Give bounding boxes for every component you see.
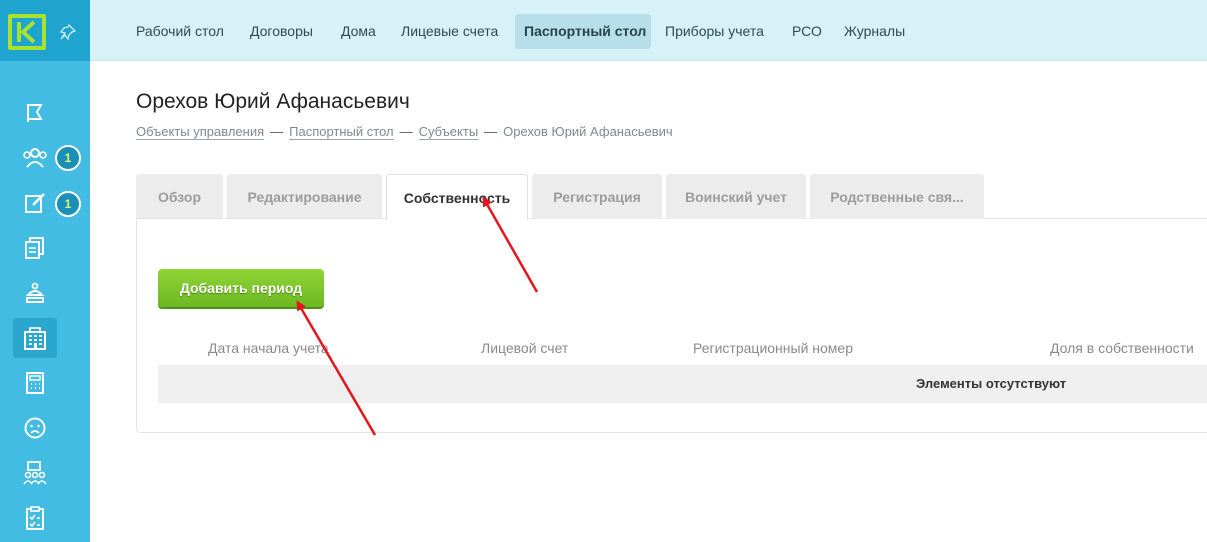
flag-icon[interactable] <box>13 93 57 133</box>
lamp-icon[interactable] <box>13 273 57 313</box>
column-header-reg-number[interactable]: Регистрационный номер <box>693 340 853 356</box>
breadcrumb-separator: — <box>484 124 498 139</box>
page-title: Орехов Юрий Афанасьевич <box>136 90 410 113</box>
sad-face-icon[interactable] <box>13 408 57 448</box>
edit-icon[interactable] <box>13 183 57 223</box>
column-header-share[interactable]: Доля в собственности <box>1050 340 1194 356</box>
nav-item-contracts[interactable]: Договоры <box>241 14 322 49</box>
nav-item-passport-office[interactable]: Паспортный стол <box>515 14 651 49</box>
group-chat-icon[interactable] <box>13 453 57 493</box>
breadcrumb-link-subjects[interactable]: Субъекты <box>418 124 479 140</box>
breadcrumb-current: Орехов Юрий Афанасьевич <box>503 124 673 139</box>
tab-ownership[interactable]: Собственность <box>386 174 528 220</box>
tab-relatives[interactable]: Родственные свя... <box>810 174 984 219</box>
calculator-icon[interactable] <box>13 363 57 403</box>
tab-overview[interactable]: Обзор <box>136 174 223 219</box>
notification-badge: 1 <box>55 145 81 171</box>
breadcrumb-separator: — <box>399 124 413 139</box>
building-icon[interactable] <box>13 318 57 358</box>
breadcrumb-link-objects[interactable]: Объекты управления <box>136 124 265 140</box>
clipboard-check-icon[interactable] <box>13 498 57 538</box>
users-icon[interactable] <box>13 138 57 178</box>
empty-message: Элементы отсутствуют <box>916 376 1067 391</box>
tab-registration[interactable]: Регистрация <box>532 174 662 219</box>
nav-item-dashboard[interactable]: Рабочий стол <box>127 14 233 49</box>
breadcrumb-separator: — <box>270 124 284 139</box>
logo-area <box>0 0 90 61</box>
notification-badge: 1 <box>55 191 81 217</box>
nav-item-journals[interactable]: Журналы <box>835 14 914 49</box>
tab-edit[interactable]: Редактирование <box>227 174 382 219</box>
logo[interactable] <box>8 14 46 50</box>
nav-item-rso[interactable]: РСО <box>783 14 831 49</box>
nav-item-houses[interactable]: Дома <box>332 14 385 49</box>
column-header-start-date[interactable]: Дата начала учета <box>208 340 329 356</box>
tab-military[interactable]: Воинский учет <box>666 174 806 219</box>
add-period-button[interactable]: Добавить период <box>158 269 324 307</box>
breadcrumb: Объекты управления — Паспортный стол — Субъе… <box>136 124 673 140</box>
pin-icon[interactable] <box>59 23 77 45</box>
nav-item-meters[interactable]: Приборы учета <box>656 14 773 49</box>
breadcrumb-link-passport-office[interactable]: Паспортный стол <box>289 124 394 140</box>
documents-icon[interactable] <box>13 228 57 268</box>
column-header-account[interactable]: Лицевой счет <box>481 340 568 356</box>
nav-item-accounts[interactable]: Лицевые счета <box>392 14 507 49</box>
top-navigation: Рабочий стол Договоры Дома Лицевые счета… <box>90 0 1207 61</box>
sidebar: 1 1 <box>0 0 90 542</box>
